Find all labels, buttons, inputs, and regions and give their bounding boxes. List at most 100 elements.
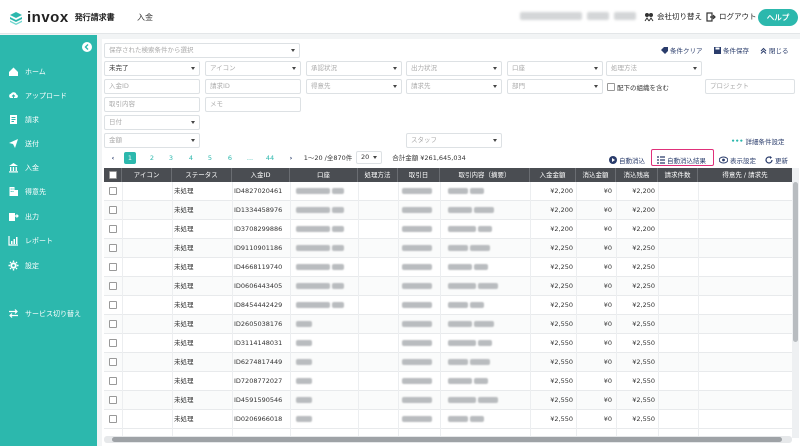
payment-id-cell[interactable]: ID4591590546 [234,391,282,410]
sidebar-item-2[interactable]: アップロード [8,90,67,101]
vertical-scroll-thumb[interactable] [793,182,798,342]
sidebar-item-4[interactable]: 送付 [8,138,39,149]
prev-page-button[interactable]: ‹ [108,152,118,164]
switch-company-button[interactable]: 会社切り替え [644,11,702,22]
table-row[interactable]: 未処理 ID2605038176 ¥2,550 ¥0 ¥2,550 [104,315,792,334]
row-checkbox[interactable] [109,358,117,366]
page-button-7[interactable]: ... [244,152,256,164]
sidebar-item-7[interactable]: 出力 [8,211,39,222]
sidebar-item-5[interactable]: 入金 [8,162,39,173]
saved-search-select[interactable]: 保存された検索条件から選択 [104,43,300,58]
select-all-checkbox[interactable] [108,171,117,179]
row-checkbox[interactable] [109,187,117,195]
payment-id-cell[interactable]: ID8454442429 [234,296,282,315]
page-button-5[interactable]: 5 [204,152,216,164]
column-header-1[interactable]: アイコン [122,168,172,182]
payment-id-input[interactable]: 入金ID [104,79,200,94]
logo[interactable]: invox 発行請求書 [9,9,115,26]
sidebar-item-8[interactable]: レポート [8,235,53,246]
staff-select[interactable]: スタッフ [406,133,502,148]
processing-method-select[interactable]: 処理方法 [606,61,702,76]
table-row[interactable]: 未処理 ID3708299886 ¥2,200 ¥0 ¥2,200 [104,220,792,239]
sidebar-item-6[interactable]: 得意先 [8,186,46,197]
column-header-2[interactable]: ステータス [172,168,232,182]
row-checkbox[interactable] [109,301,117,309]
table-row[interactable]: 未処理 ID6274817449 ¥2,550 ¥0 ¥2,550 [104,353,792,372]
row-checkbox[interactable] [109,320,117,328]
row-checkbox[interactable] [109,206,117,214]
table-row[interactable]: 未処理 ID0606443405 ¥2,250 ¥0 ¥2,250 [104,277,792,296]
row-checkbox[interactable] [109,339,117,347]
transaction-input[interactable]: 取引内容 [104,97,200,112]
payment-id-cell[interactable]: ID9110901186 [234,239,282,258]
column-header-8[interactable]: 入金金額 [530,168,576,182]
row-checkbox[interactable] [109,396,117,404]
column-header-5[interactable]: 処理方法 [358,168,398,182]
payment-id-cell[interactable]: ID3708299886 [234,220,282,239]
table-row[interactable]: 未処理 ID8454442429 ¥2,250 ¥0 ¥2,250 [104,296,792,315]
close-filters-link[interactable]: 閉じる [760,45,789,55]
collapse-sidebar-button[interactable] [82,42,92,52]
sidebar-item-1[interactable]: ホーム [8,66,46,77]
include-sub-org-check[interactable] [607,83,615,91]
column-header-7[interactable]: 取引内容（摘要） [440,168,530,182]
auto-match-button[interactable]: 自動消込 [609,155,645,165]
include-sub-org-checkbox[interactable]: 配下の組織を含む [607,82,669,92]
refresh-button[interactable]: 更新 [765,155,788,165]
page-button-4[interactable]: 4 [185,152,197,164]
table-row[interactable]: 未処理 ID1334458976 ¥2,200 ¥0 ¥2,200 [104,201,792,220]
invoice-id-input[interactable]: 請求ID [205,79,301,94]
page-button-8[interactable]: 44 [264,152,276,164]
payment-id-cell[interactable]: ID4668119740 [234,258,282,277]
page-button-3[interactable]: 3 [165,152,177,164]
vertical-scrollbar[interactable] [792,168,799,438]
clear-conditions-link[interactable]: 条件クリア [661,45,703,55]
column-header-11[interactable]: 請求件数 [658,168,698,182]
payment-id-cell[interactable]: ID7208772027 [234,372,282,391]
row-checkbox[interactable] [109,282,117,290]
column-header-12[interactable]: 得意先 / 請求先 [698,168,792,182]
date-select[interactable]: 日付 [104,115,200,130]
payment-id-cell[interactable]: ID1334458976 [234,201,282,220]
table-row[interactable]: 未処理 ID4591590546 ¥2,550 ¥0 ¥2,550 [104,391,792,410]
next-page-button[interactable]: › [286,152,296,164]
page-button-2[interactable]: 2 [146,152,158,164]
help-button[interactable]: ヘルプ [758,9,798,26]
payment-id-cell[interactable]: ID0206966018 [234,410,282,429]
column-header-6[interactable]: 取引日 [398,168,440,182]
icon-select[interactable]: アイコン [205,61,301,76]
display-settings-button[interactable]: 表示設定 [719,155,756,165]
column-header-9[interactable]: 消込金額 [576,168,616,182]
amount-select[interactable]: 金額 [104,133,200,148]
advanced-settings-link[interactable]: ••• 詳細条件設定 [731,136,784,146]
row-checkbox[interactable] [109,244,117,252]
column-header-10[interactable]: 消込残高 [616,168,658,182]
sidebar-item-9[interactable]: 設定 [8,260,39,271]
sidebar-item-10[interactable]: サービス切り替え [8,308,81,319]
row-checkbox[interactable] [109,263,117,271]
save-conditions-link[interactable]: 条件保存 [714,45,749,55]
sidebar-item-3[interactable]: 請求 [8,114,39,125]
page-button-1[interactable]: 1 [124,152,136,164]
row-checkbox[interactable] [109,415,117,423]
department-select[interactable]: 部門 [507,79,603,94]
payment-id-cell[interactable]: ID6274817449 [234,353,282,372]
account-select[interactable]: 口座 [507,61,603,76]
output-status-select[interactable]: 出力状況 [406,61,502,76]
payment-id-cell[interactable]: ID0606443405 [234,277,282,296]
billing-to-select[interactable]: 請求先 [406,79,502,94]
memo-input[interactable]: メモ [205,97,301,112]
approval-status-select[interactable]: 承認状況 [306,61,402,76]
payment-id-cell[interactable]: ID4827020461 [234,182,282,201]
table-row[interactable]: 未処理 ID0206966018 ¥2,550 ¥0 ¥2,550 [104,410,792,429]
horizontal-scroll-thumb[interactable] [112,437,782,442]
row-checkbox[interactable] [109,225,117,233]
table-row[interactable]: 未処理 ID9110901186 ¥2,250 ¥0 ¥2,250 [104,239,792,258]
row-checkbox[interactable] [109,377,117,385]
page-button-6[interactable]: 6 [224,152,236,164]
status-select[interactable]: 未完了 [104,61,200,76]
project-select[interactable]: プロジェクト [705,79,795,94]
per-page-select[interactable]: 20 [356,151,382,164]
table-row[interactable]: 未処理 ID4668119740 ¥2,250 ¥0 ¥2,250 [104,258,792,277]
customer-select[interactable]: 得意先 [306,79,402,94]
